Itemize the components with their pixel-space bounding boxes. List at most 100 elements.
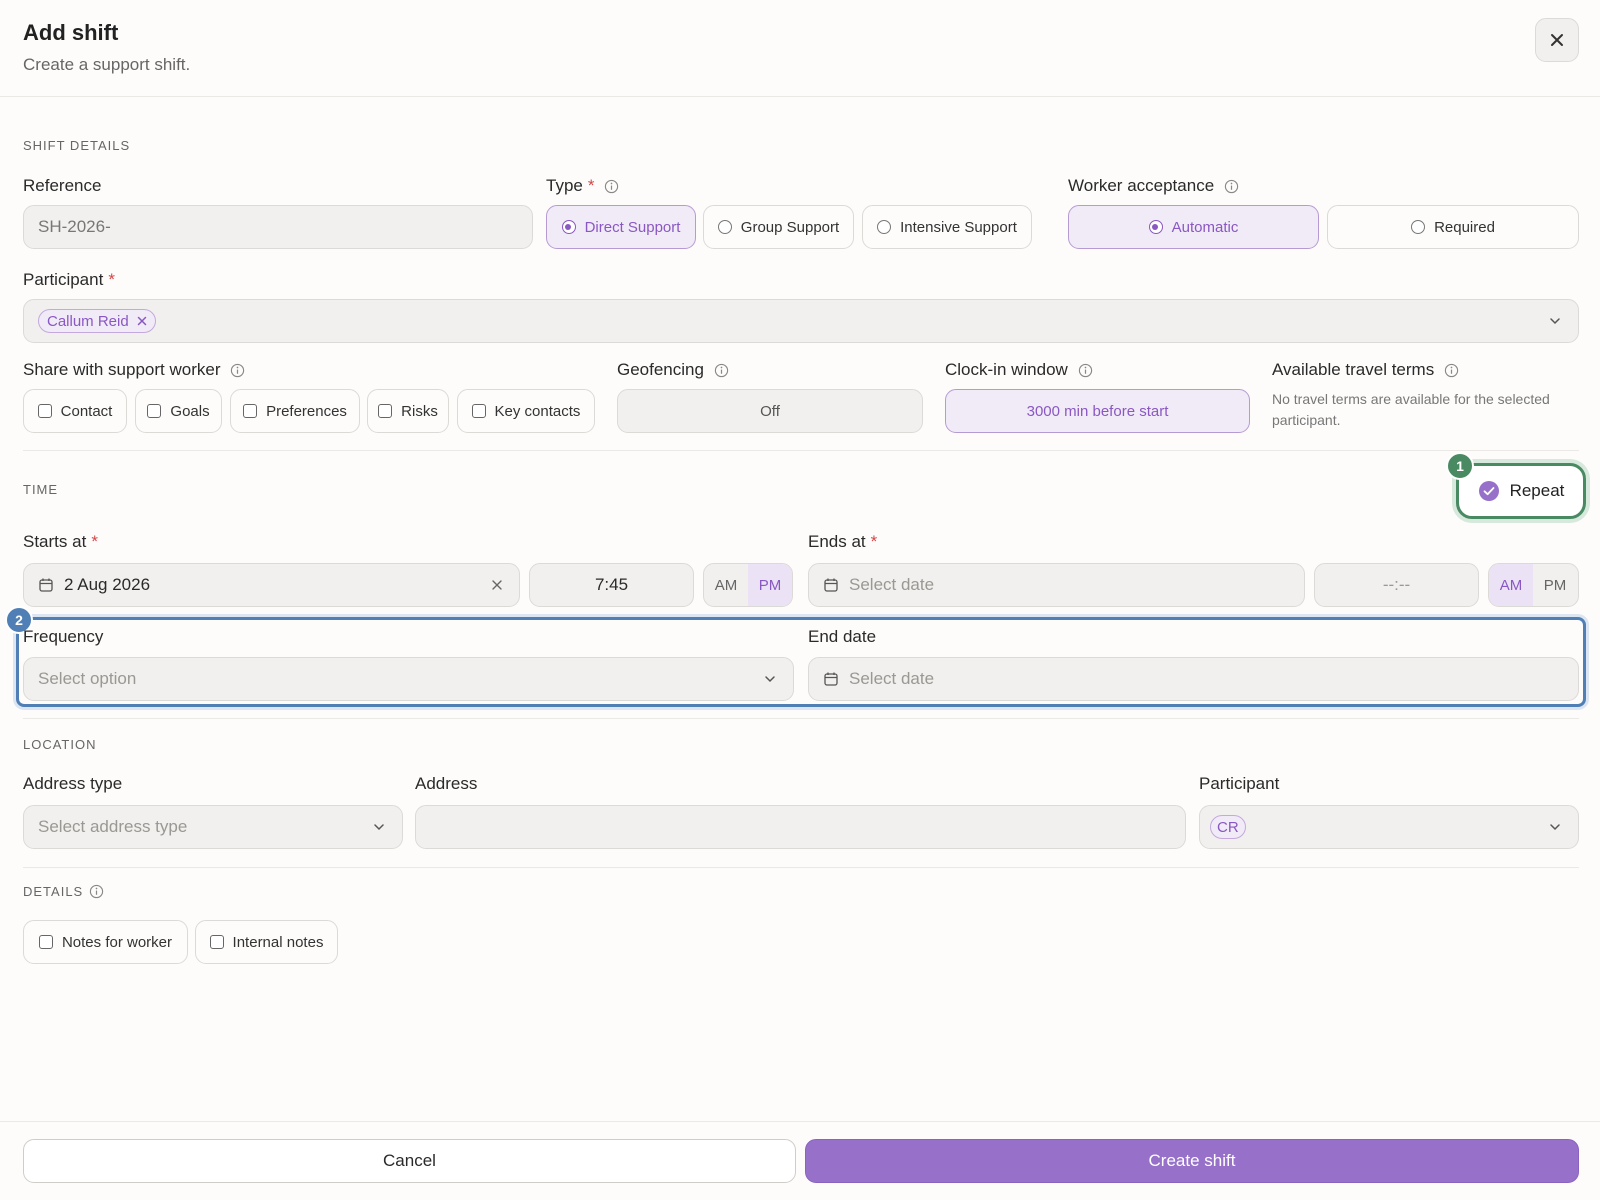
type-option-intensive-support[interactable]: Intensive Support (862, 205, 1032, 249)
share-label: Share with support worker (23, 360, 245, 380)
ends-at-label: Ends at * (808, 532, 877, 552)
clock-in-label: Clock-in window (945, 360, 1093, 380)
modal-subtitle: Create a support shift. (23, 55, 191, 74)
close-button[interactable] (1535, 18, 1579, 62)
share-option-key-contacts[interactable]: Key contacts (457, 389, 595, 433)
travel-terms-label-text: Available travel terms (1272, 360, 1435, 379)
share-option-preferences[interactable]: Preferences (230, 389, 360, 433)
worker-acceptance-label-text: Worker acceptance (1068, 176, 1215, 195)
participant-chip: Callum Reid (38, 309, 156, 333)
type-option-direct-support[interactable]: Direct Support (546, 205, 696, 249)
radio-icon (1411, 220, 1426, 234)
type-option-label: Group Support (740, 218, 840, 236)
share-option-label: Key contacts (494, 402, 581, 420)
starts-at-date-input[interactable]: 2 Aug 2026 (23, 563, 520, 607)
travel-terms-label: Available travel terms (1272, 360, 1459, 380)
end-date-placeholder: Select date (849, 669, 935, 688)
info-icon (90, 884, 104, 899)
worker-acceptance-required[interactable]: Required (1327, 205, 1579, 249)
location-participant-label: Participant (1199, 774, 1279, 794)
calendar-icon (39, 578, 53, 592)
divider (23, 867, 1579, 868)
details-header: DETAILS (23, 884, 104, 899)
share-option-label: Contact (60, 402, 113, 420)
reference-label: Reference (23, 176, 101, 196)
frequency-select[interactable]: Select option (23, 657, 794, 701)
clock-in-value: 3000 min before start (1026, 402, 1169, 420)
header-divider (0, 96, 1600, 97)
share-option-contact[interactable]: Contact (23, 389, 127, 433)
checkbox-icon (147, 404, 162, 418)
ends-at-time-placeholder: --:-- (1382, 575, 1411, 594)
calendar-icon (824, 578, 838, 592)
info-icon (1445, 363, 1459, 377)
location-participant-select[interactable]: CR (1199, 805, 1579, 849)
ends-at-date-placeholder: Select date (849, 575, 935, 594)
starts-at-meridiem-toggle: AM PM (703, 563, 793, 607)
ends-at-meridiem-toggle: AM PM (1488, 563, 1579, 607)
info-icon (714, 363, 729, 377)
clear-icon[interactable] (491, 579, 503, 591)
type-option-label: Intensive Support (900, 218, 1017, 236)
address-label-text: Address (415, 774, 478, 793)
clock-in-select[interactable]: 3000 min before start (945, 389, 1250, 433)
ends-at-date-input[interactable]: Select date (808, 563, 1305, 607)
create-shift-button[interactable]: Create shift (805, 1139, 1579, 1183)
type-label-text: Type (546, 176, 583, 195)
pm-option[interactable]: PM (748, 564, 792, 606)
share-option-goals[interactable]: Goals (135, 389, 222, 433)
share-option-label: Risks (401, 402, 438, 420)
address-input[interactable] (415, 805, 1186, 849)
address-label: Address (415, 774, 477, 794)
share-label-text: Share with support worker (23, 360, 221, 379)
participant-chip-label: Callum Reid (47, 312, 129, 330)
starts-at-time-input[interactable]: 7:45 (529, 563, 694, 607)
pm-option[interactable]: PM (1533, 564, 1577, 606)
chevron-down-icon (765, 676, 775, 683)
type-option-label: Direct Support (584, 218, 681, 236)
section-title-details: DETAILS (23, 884, 84, 899)
type-label: Type * (546, 176, 619, 196)
checkbox-icon (378, 404, 393, 418)
remove-chip-icon[interactable] (137, 316, 147, 326)
starts-at-label: Starts at * (23, 532, 98, 552)
type-option-group-support[interactable]: Group Support (703, 205, 854, 249)
reference-input[interactable]: SH-2026- (23, 205, 533, 249)
am-option[interactable]: AM (704, 564, 748, 606)
frequency-placeholder: Select option (38, 669, 137, 688)
chevron-down-icon (1550, 318, 1560, 325)
repeat-toggle[interactable]: Repeat (1456, 463, 1586, 519)
worker-acceptance-label: Worker acceptance (1068, 176, 1239, 196)
frequency-label-text: Frequency (23, 627, 104, 646)
worker-acceptance-automatic[interactable]: Automatic (1068, 205, 1319, 249)
info-icon (1078, 363, 1092, 377)
required-mark: * (870, 532, 878, 551)
section-title-time: TIME (23, 482, 59, 497)
location-participant-label-text: Participant (1199, 774, 1280, 793)
am-option[interactable]: AM (1489, 564, 1533, 606)
radio-icon (877, 220, 892, 234)
geofencing-label: Geofencing (617, 360, 729, 380)
address-type-select[interactable]: Select address type (23, 805, 403, 849)
address-type-label: Address type (23, 774, 122, 794)
geofencing-select[interactable]: Off (617, 389, 923, 433)
cancel-button[interactable]: Cancel (23, 1139, 796, 1183)
radio-icon (561, 220, 576, 234)
divider (23, 718, 1579, 719)
ends-at-time-input[interactable]: --:-- (1314, 563, 1479, 607)
share-option-risks[interactable]: Risks (367, 389, 449, 433)
geofencing-label-text: Geofencing (617, 360, 704, 379)
checkbox-icon (37, 404, 52, 418)
address-type-placeholder: Select address type (38, 817, 188, 836)
travel-terms-note: No travel terms are available for the se… (1272, 391, 1550, 428)
calendar-icon (824, 672, 838, 686)
details-option-notes-for-worker[interactable]: Notes for worker (23, 920, 188, 964)
participant-select[interactable]: Callum Reid (23, 299, 1579, 343)
required-mark: * (587, 176, 595, 195)
participant-label-text: Participant (23, 270, 104, 289)
close-icon (1551, 34, 1563, 46)
details-option-internal-notes[interactable]: Internal notes (195, 920, 338, 964)
clock-in-label-text: Clock-in window (945, 360, 1068, 379)
end-date-input[interactable]: Select date (808, 657, 1579, 701)
share-option-label: Goals (170, 402, 210, 420)
